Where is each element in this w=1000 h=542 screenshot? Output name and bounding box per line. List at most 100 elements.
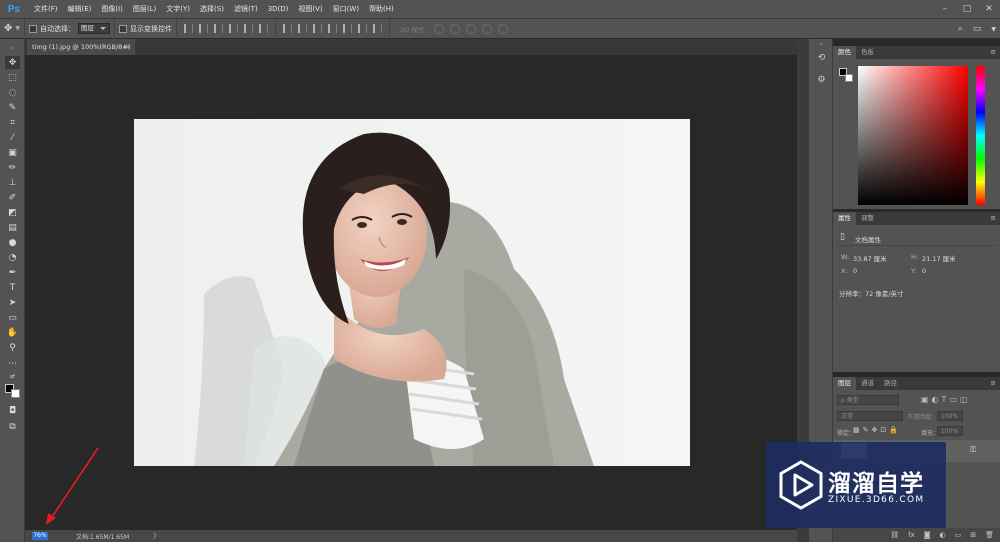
tab-channels[interactable]: 通道 [856,377,879,390]
3d-roll-icon[interactable] [449,23,460,34]
menu-type[interactable]: 文字(Y) [161,0,195,19]
align-hcenter-icon[interactable] [244,24,254,33]
auto-select-dropdown[interactable]: 图层 [78,23,111,34]
quick-select-tool-icon[interactable]: ✎ [5,101,20,114]
swap-colors-icon[interactable]: ⇄ [5,370,20,383]
history-brush-tool-icon[interactable]: ✐ [5,191,20,204]
close-icon[interactable]: × [126,39,131,55]
background-color-swatch[interactable] [11,389,20,398]
distribute-right-icon[interactable] [358,24,368,33]
menu-view[interactable]: 视图(V) [293,0,327,19]
tab-layers[interactable]: 图层 [833,377,856,390]
marquee-tool-icon[interactable]: ⬚ [5,71,20,84]
hand-tool-icon[interactable]: ✋ [5,326,20,339]
tab-color[interactable]: 颜色 [833,46,856,59]
dodge-tool-icon[interactable]: ◔ [5,251,20,264]
auto-select-checkbox[interactable] [29,24,38,33]
minimize-icon[interactable]: – [934,0,956,19]
rectangle-tool-icon[interactable]: ▭ [5,311,20,324]
healing-brush-tool-icon[interactable]: ▣ [5,146,20,159]
path-select-tool-icon[interactable]: ➤ [5,296,20,309]
crop-tool-icon[interactable]: ⌗ [5,116,20,129]
3d-rotate-icon[interactable] [433,23,444,34]
align-bottom-icon[interactable] [214,24,224,33]
new-group-icon[interactable]: ▭ [955,531,962,539]
history-panel-icon[interactable]: ⟲ [815,53,828,66]
eraser-tool-icon[interactable]: ◩ [5,206,20,219]
align-top-icon[interactable] [184,24,194,33]
menu-3d[interactable]: 3D(D) [263,0,294,19]
tool-preset[interactable]: ✥ ▼ [0,18,26,39]
lasso-tool-icon[interactable]: ◌ [5,86,20,99]
delete-layer-icon[interactable]: 🗑 [985,531,994,539]
blend-mode-select[interactable]: 正常 [837,411,903,421]
tab-properties[interactable]: 属性 [833,212,856,225]
panel-menu-icon[interactable]: ≡ [990,379,996,387]
canvas-area[interactable] [25,55,797,530]
close-icon[interactable]: ✕ [978,0,1000,19]
menu-edit[interactable]: 编辑(E) [63,0,97,19]
panel-menu-icon[interactable]: ≡ [990,48,996,56]
distribute-bottom-icon[interactable] [313,24,323,33]
fill-field[interactable]: 100% [937,426,963,436]
search-icon[interactable]: ⌕ [958,24,963,34]
hue-slider[interactable] [976,66,985,205]
more-tools-icon[interactable]: ⋯ [5,357,20,370]
quick-mask-icon[interactable]: ◘ [5,404,20,417]
show-transform-checkbox[interactable] [119,24,128,33]
menu-select[interactable]: 选择(S) [195,0,229,19]
menu-layer[interactable]: 图层(L) [128,0,161,19]
brush-tool-icon[interactable]: ✏ [5,161,20,174]
auto-align-icon[interactable] [373,24,383,33]
type-tool-icon[interactable]: T [5,281,20,294]
add-mask-icon[interactable]: ◙ [924,531,931,539]
gradient-tool-icon[interactable]: ▤ [5,221,20,234]
opacity-field[interactable]: 100% [937,411,963,421]
maximize-icon[interactable]: □ [956,0,978,19]
tab-paths[interactable]: 路径 [879,377,902,390]
status-menu-arrow[interactable]: 〉 [153,531,160,541]
zoom-tool-icon[interactable]: ⚲ [5,341,20,354]
new-layer-icon[interactable]: ⊞ [970,531,976,539]
distribute-vcenter-icon[interactable] [298,24,308,33]
3d-slide-icon[interactable] [481,23,492,34]
document-tab[interactable]: timg (1).jpg @ 100%(RGB/8#) × [27,39,135,55]
panel-grip-icon[interactable]: » [5,42,20,55]
panel-menu-icon[interactable]: ≡ [990,214,996,222]
zoom-level-field[interactable]: 76% [32,532,48,540]
tab-adjustments[interactable]: 调整 [856,212,879,225]
3d-scale-icon[interactable] [497,23,508,34]
adjustment-layer-icon[interactable]: ◐ [940,531,946,539]
distribute-hcenter-icon[interactable] [343,24,353,33]
menu-filter[interactable]: 滤镜(T) [229,0,263,19]
distribute-left-icon[interactable] [328,24,338,33]
align-right-icon[interactable] [259,24,269,33]
properties-panel-icon[interactable]: ⚙ [815,75,828,88]
blur-tool-icon[interactable]: ● [5,236,20,249]
lock-icons[interactable]: ▦✎✥⊡🔒 [853,426,901,434]
distribute-top-icon[interactable] [283,24,293,33]
layer-kind-filter[interactable]: ρ 类型 [837,395,899,405]
menu-window[interactable]: 窗口(W) [328,0,364,19]
pen-tool-icon[interactable]: ✒ [5,266,20,279]
layer-filter-icons[interactable]: ▣◐T▭◫ [921,395,971,404]
menu-file[interactable]: 文件(F) [29,0,63,19]
clone-stamp-tool-icon[interactable]: ⊥ [5,176,20,189]
screen-mode-icon[interactable]: ⧉ [5,420,20,433]
menu-image[interactable]: 图像(I) [96,0,128,19]
align-left-icon[interactable] [229,24,239,33]
color-bg-swatch[interactable] [845,74,853,82]
eyedropper-tool-icon[interactable]: ⁄ [5,131,20,144]
workspace-icon[interactable]: ▭ [973,24,982,34]
chevron-down-icon[interactable]: ▼ [991,26,996,33]
layer-style-icon[interactable]: fx [908,531,915,539]
tab-swatches[interactable]: 色板 [856,46,879,59]
3d-pan-icon[interactable] [465,23,476,34]
menu-help[interactable]: 帮助(H) [364,0,399,19]
color-field[interactable] [858,66,968,205]
move-tool-icon[interactable]: ✥ [5,56,20,69]
document-image[interactable] [134,119,690,466]
auto-select-label: 自动选择： [40,24,76,33]
link-layers-icon[interactable]: ⛓ [890,531,899,539]
align-vcenter-icon[interactable] [199,24,209,33]
